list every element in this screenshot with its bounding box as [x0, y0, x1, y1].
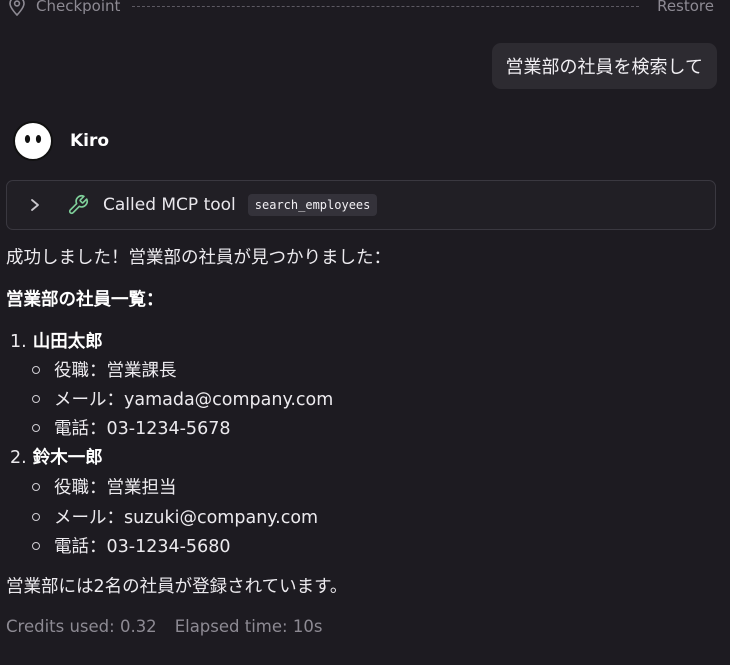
circle-bullet-icon [32, 423, 40, 432]
circle-bullet-icon [32, 541, 40, 550]
circle-bullet-icon [32, 394, 40, 403]
tool-call-card[interactable]: Called MCP tool search_employees [6, 180, 716, 230]
employee-detail: 役職：営業課長 [32, 357, 177, 382]
checkpoint-label: Checkpoint [36, 0, 121, 15]
employee-detail: 役職：営業担当 [32, 474, 177, 499]
circle-bullet-icon [32, 482, 40, 491]
map-pin-icon [9, 0, 25, 16]
agent-header: Kiro [12, 120, 109, 162]
employee-detail: 電話：03-1234-5678 [32, 415, 230, 440]
wrench-icon [68, 195, 88, 215]
employee-item: 1. 山田太郎 [10, 328, 103, 353]
usage-meta: Credits used: 0.32 Elapsed time: 10s [6, 617, 322, 636]
restore-button[interactable]: Restore [657, 0, 714, 15]
tool-name-badge: search_employees [247, 194, 378, 216]
employee-name: 山田太郎 [32, 332, 103, 352]
circle-bullet-icon [32, 512, 40, 521]
agent-name: Kiro [70, 131, 110, 151]
employee-name: 鈴木一郎 [32, 448, 103, 468]
credits-used: Credits used: 0.32 [6, 617, 157, 636]
user-message-text: 営業部の社員を検索して [505, 57, 703, 78]
chevron-right-icon[interactable] [29, 198, 41, 212]
user-message-bubble: 営業部の社員を検索して [491, 43, 717, 89]
employee-detail: メール：suzuki@company.com [32, 504, 318, 529]
employee-detail: 電話：03-1234-5680 [32, 533, 230, 558]
employee-detail: メール：yamada@company.com [32, 386, 333, 411]
employee-number: 2. [10, 448, 27, 468]
response-intro: 成功しました！営業部の社員が見つかりました： [6, 248, 391, 268]
checkpoint-divider [132, 5, 640, 7]
employee-number: 1. [10, 332, 27, 352]
response-summary: 営業部には2名の社員が登録されています。 [6, 577, 348, 597]
employee-item: 2. 鈴木一郎 [10, 444, 103, 469]
circle-bullet-icon [32, 365, 40, 374]
employee-list-heading: 営業部の社員一覧： [6, 290, 164, 310]
elapsed-time: Elapsed time: 10s [174, 617, 323, 636]
kiro-ghost-icon [13, 121, 53, 161]
tool-call-label: Called MCP tool [103, 195, 236, 215]
checkpoint-row: Checkpoint Restore [8, 0, 714, 18]
